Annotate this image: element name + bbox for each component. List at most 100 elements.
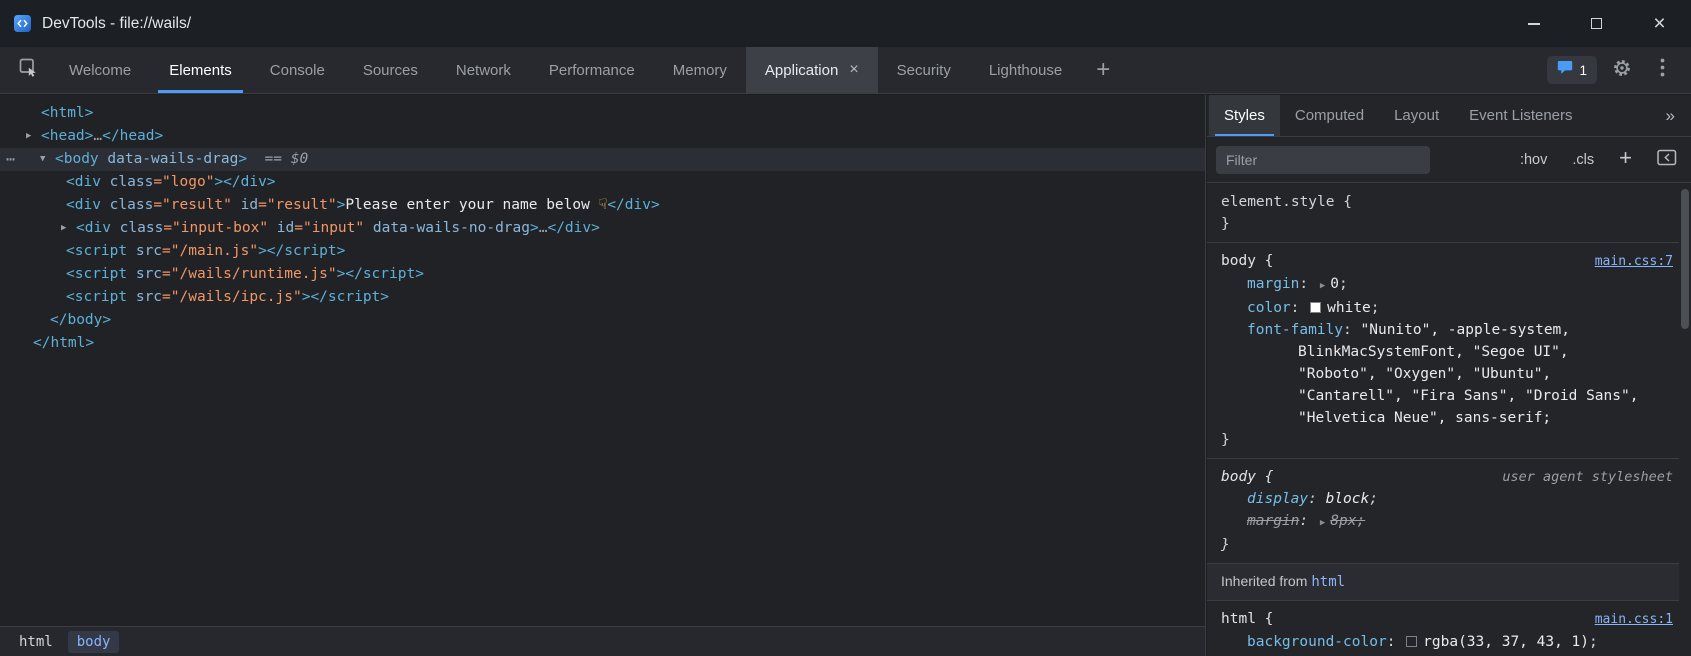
settings-button[interactable] [1607,55,1637,85]
css-declaration[interactable]: background-color: rgba(33, 37, 43, 1); [1221,631,1673,653]
rule-selector[interactable]: html { [1221,608,1273,630]
css-declaration[interactable]: margin: ▶8px; [1221,510,1673,534]
token-tag: ></script> [337,266,424,282]
css-declaration[interactable]: margin: ▶0; [1221,273,1673,297]
close-button[interactable]: × [1628,0,1691,47]
css-plain: ; [1369,491,1378,507]
token-value: ="result" [258,197,337,213]
minimize-button[interactable] [1502,0,1565,47]
color-swatch[interactable] [1310,302,1321,313]
dom-line[interactable]: ▶<head>…</head> [0,125,1205,148]
css-declaration[interactable]: "Helvetica Neue", sans-serif; [1221,407,1673,429]
dom-line[interactable]: <div class="logo"></div> [0,171,1205,194]
token-tag: <script [66,289,127,305]
rule-selector[interactable]: element.style { [1221,191,1352,213]
tab-memory[interactable]: Memory [654,47,746,93]
stylesheet-origin: user agent stylesheet [1502,466,1673,488]
tab-sources[interactable]: Sources [344,47,437,93]
dom-line[interactable]: <html> [0,102,1205,125]
color-swatch[interactable] [1406,636,1417,647]
css-plain: ; [1339,276,1348,292]
token-tag: > [530,220,539,236]
css-declaration[interactable]: color: white; [1221,297,1673,319]
close-tab-icon[interactable]: × [849,61,858,79]
expand-arrow-icon[interactable]: ▶ [26,125,31,148]
token-tag: <body [55,151,99,167]
tab-elements[interactable]: Elements [150,47,251,93]
stylesheet-link[interactable]: main.css:1 [1595,609,1673,631]
overflow-tabs-icon[interactable]: » [1650,95,1691,136]
breadcrumb: html body [0,626,1205,656]
sidebar-tab-event-listeners[interactable]: Event Listeners [1454,95,1587,136]
css-declaration[interactable]: BlinkMacSystemFont, "Segoe UI", [1221,341,1673,363]
scrollbar-thumb[interactable] [1681,189,1689,329]
node-overflow-menu-icon[interactable]: ⋯ [6,148,15,171]
dom-line[interactable]: </html> [0,332,1205,355]
css-prop: margin [1247,276,1299,292]
expand-longhand-icon[interactable]: ▶ [1320,281,1325,291]
styles-toolbar: :hov .cls + [1207,137,1691,183]
dom-line[interactable]: <script src="/main.js"></script> [0,240,1205,263]
inherited-from-label: Inherited from [1221,573,1307,589]
tab-welcome[interactable]: Welcome [50,47,150,93]
maximize-button[interactable] [1565,0,1628,47]
token-attr: src [127,289,162,305]
inspect-element-button[interactable] [6,47,50,93]
stylesheet-link[interactable]: main.css:7 [1595,251,1673,273]
messages-button[interactable]: 1 [1547,56,1597,84]
tab-application[interactable]: Application× [746,47,878,93]
dom-line[interactable]: <div class="result" id="result">Please e… [0,194,1205,217]
expand-arrow-icon[interactable]: ▶ [61,217,66,240]
token-tag: ></script> [258,243,345,259]
rule-header: element.style { [1221,191,1673,213]
tab-performance[interactable]: Performance [530,47,654,93]
css-plain: ; [1589,634,1598,650]
css-val: 8px; [1330,513,1365,529]
token-tag: <head> [41,128,93,144]
expand-longhand-icon[interactable]: ▶ [1320,518,1325,528]
tab-security[interactable]: Security [878,47,970,93]
styles-scrollbar[interactable] [1679,184,1691,656]
dom-line[interactable]: </body> [0,309,1205,332]
titlebar: DevTools - file://wails/ × [0,0,1691,47]
add-tab-button[interactable]: + [1081,47,1125,93]
css-val: white [1327,300,1371,316]
collapse-arrow-icon[interactable]: ▼ [40,148,45,171]
toggle-element-state-button[interactable]: :hov [1520,152,1547,168]
dom-line[interactable]: <script src="/wails/ipc.js"></script> [0,286,1205,309]
css-plain: : [1291,300,1308,316]
css-plain: ; [1371,300,1380,316]
css-prop: margin [1247,513,1299,529]
rule-selector[interactable]: body { [1221,250,1273,272]
tab-lighthouse[interactable]: Lighthouse [970,47,1081,93]
tab-console[interactable]: Console [251,47,344,93]
rule-selector[interactable]: body { [1221,466,1273,488]
token-tag: <div [66,174,101,190]
element-classes-button[interactable]: .cls [1572,152,1594,168]
dom-line[interactable]: ▶<div class="input-box" id="input" data-… [0,217,1205,240]
new-style-rule-button[interactable]: + [1619,145,1632,171]
sidebar-tab-layout[interactable]: Layout [1379,95,1454,136]
sidebar-tab-styles[interactable]: Styles [1209,95,1280,136]
inherited-node-link[interactable]: html [1311,574,1345,590]
tab-network[interactable]: Network [437,47,530,93]
window-title: DevTools - file://wails/ [42,15,191,33]
crumb-html[interactable]: html [10,631,62,653]
more-options-button[interactable] [1647,55,1677,85]
css-plain: : [1299,276,1316,292]
token-tag: ></script> [302,289,389,305]
css-declaration[interactable]: display: block; [1221,488,1673,510]
token-value: ="/main.js" [162,243,258,259]
css-declaration[interactable]: "Cantarell", "Fira Sans", "Droid Sans", [1221,385,1673,407]
crumb-body[interactable]: body [68,631,120,653]
toggle-computed-sidebar-button[interactable] [1657,149,1677,171]
tab-label: Elements [169,62,232,79]
dom-line[interactable]: ⋯▼<body data-wails-drag> == $0 [0,148,1205,171]
sidebar-tab-computed[interactable]: Computed [1280,95,1379,136]
filter-input[interactable] [1216,146,1430,174]
css-declaration[interactable]: font-family: "Nunito", -apple-system, [1221,319,1673,341]
main-toolbar: Welcome Elements ConsoleSourcesNetworkPerf… [0,47,1691,94]
css-val: "Nunito", -apple-system, [1361,322,1571,338]
css-declaration[interactable]: "Roboto", "Oxygen", "Ubuntu", [1221,363,1673,385]
dom-line[interactable]: <script src="/wails/runtime.js"></script… [0,263,1205,286]
